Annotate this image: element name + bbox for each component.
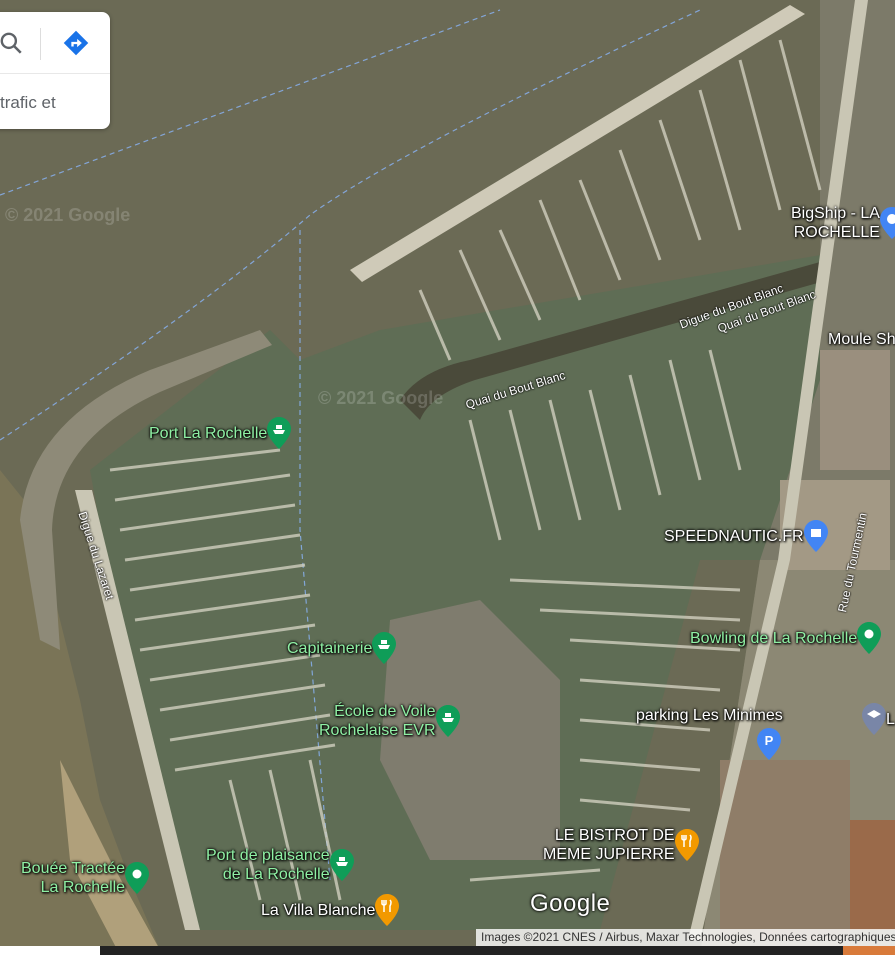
map-watermark: © 2021 Google xyxy=(318,388,444,408)
google-logo: Google xyxy=(530,890,611,917)
poi-label: Bowling de La Rochelle xyxy=(690,629,858,647)
poi-label: École de Voile xyxy=(334,703,436,720)
poi-bigship[interactable]: BigShip - LA ROCHELLE xyxy=(791,204,895,242)
poi-label: Port de plaisance xyxy=(206,847,330,864)
search-icon[interactable] xyxy=(0,30,24,56)
map-attribution[interactable]: Images ©2021 CNES / Airbus, Maxar Techno… xyxy=(476,929,895,946)
ferry-pin-icon xyxy=(372,632,397,664)
poi-bouee[interactable]: Bouée Tractée La Rochelle xyxy=(21,859,150,897)
poi-capitainerie[interactable]: Capitainerie xyxy=(287,632,397,664)
poi-label: La Villa Blanche xyxy=(261,901,376,919)
poi-label: Capitainerie xyxy=(287,639,373,657)
poi-education-partial[interactable]: L xyxy=(862,703,895,735)
poi-label: Moule Sh xyxy=(828,331,895,348)
parking-pin-icon[interactable]: P xyxy=(757,728,781,760)
divider xyxy=(0,73,110,74)
poi-bistrot[interactable]: LE BISTROT DE MEME JUPIERRE xyxy=(543,826,699,864)
green-pin-icon xyxy=(125,862,150,894)
green-pin-icon xyxy=(857,622,882,654)
poi-label: BigShip - LA xyxy=(791,205,880,222)
education-pin-icon xyxy=(862,703,886,735)
svg-text:P: P xyxy=(765,733,774,748)
restaurant-pin-icon xyxy=(674,829,699,861)
poi-port-plaisance[interactable]: Port de plaisance de La Rochelle xyxy=(206,846,354,884)
search-panel: trafic et xyxy=(0,12,110,129)
ferry-pin-icon xyxy=(329,849,354,881)
poi-label: ROCHELLE xyxy=(793,224,880,241)
bottom-bar-white xyxy=(0,946,100,955)
shopping-pin-icon xyxy=(803,520,828,552)
poi-label: Bouée Tractée xyxy=(21,860,126,877)
poi-port-la-rochelle[interactable]: Port La Rochelle xyxy=(149,417,292,449)
blue-pin-icon xyxy=(879,207,895,239)
poi-label: LE BISTROT DE xyxy=(554,827,675,844)
poi-bowling[interactable]: Bowling de La Rochelle xyxy=(690,622,882,654)
bottom-bar-accent xyxy=(843,946,895,955)
poi-villa-blanche[interactable]: La Villa Blanche xyxy=(261,894,400,926)
restaurant-pin-icon xyxy=(375,894,400,926)
poi-label: La Rochelle xyxy=(40,879,126,896)
poi-speednautic[interactable]: SPEEDNAUTIC.FR xyxy=(664,520,828,552)
satellite-map[interactable]: © 2021 Google © 2021 Google Digue du Bou… xyxy=(0,0,895,955)
poi-label: L xyxy=(886,710,895,728)
poi-label: MEME JUPIERRE xyxy=(543,846,675,863)
divider xyxy=(40,28,41,60)
satellite-imagery xyxy=(0,0,895,955)
poi-moule[interactable]: Moule Sh xyxy=(828,330,895,349)
poi-label: parking Les Minimes xyxy=(636,707,783,724)
poi-parking-label[interactable]: parking Les Minimes xyxy=(636,706,783,725)
poi-label: Port La Rochelle xyxy=(149,424,268,442)
ferry-pin-icon xyxy=(267,417,292,449)
poi-ecole-voile[interactable]: École de Voile Rochelaise EVR xyxy=(319,702,460,740)
directions-icon[interactable] xyxy=(62,29,90,57)
poi-label: SPEEDNAUTIC.FR xyxy=(664,527,804,545)
poi-label: de La Rochelle xyxy=(222,866,330,883)
traffic-hint-text[interactable]: trafic et xyxy=(0,93,56,113)
poi-label: Rochelaise EVR xyxy=(319,722,436,739)
ferry-pin-icon xyxy=(435,705,460,737)
bottom-bar xyxy=(0,946,895,955)
map-watermark: © 2021 Google xyxy=(5,205,131,225)
